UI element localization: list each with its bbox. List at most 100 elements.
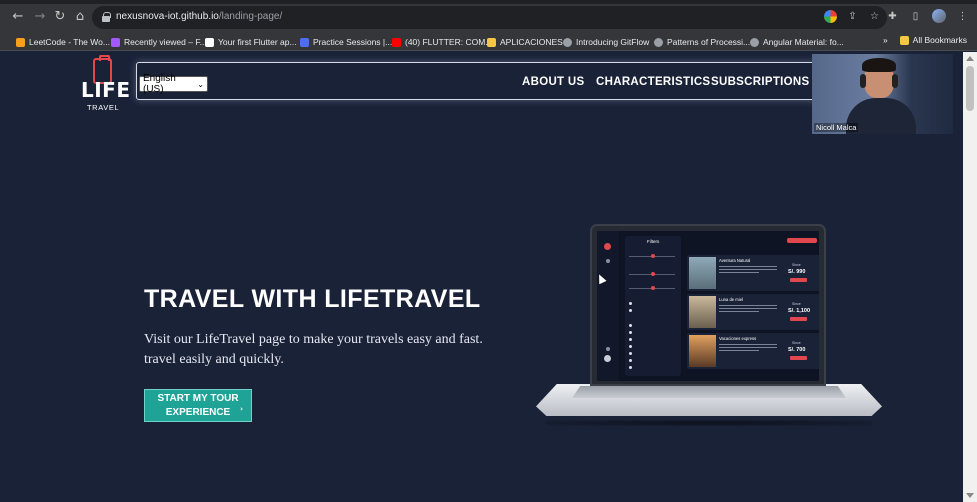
url-text: nexusnova-iot.github.io/landing-page/ [116, 11, 283, 22]
bookmark-item[interactable]: Recently viewed – F... [111, 35, 207, 49]
mock-sidebar [597, 231, 619, 381]
mock-card-text [719, 266, 777, 267]
side-panel-icon[interactable]: ▯ [909, 10, 922, 23]
all-bookmarks-button[interactable]: All Bookmarks [899, 35, 967, 45]
mock-tour-card: Aventura Natural Since S/. 990 [687, 255, 819, 291]
mock-slider [629, 272, 675, 276]
mock-card-title: Aventura Natural [719, 258, 751, 263]
mock-card-text [719, 347, 777, 348]
address-bar[interactable]: nexusnova-iot.github.io/landing-page/ ⇪ … [92, 6, 887, 29]
mock-slider [629, 286, 675, 290]
bookmark-item[interactable]: LeetCode - The Wo... [16, 35, 110, 49]
mock-filters-title: Filters [647, 239, 660, 244]
landing-page: LIFE TRAVEL English (US) ⌄ ABOUT US CHAR… [0, 52, 963, 502]
mock-user-icon [604, 355, 611, 362]
language-value: English (US) [143, 73, 176, 95]
mock-nav-icon [606, 347, 610, 351]
mock-radio [629, 302, 632, 305]
more-bookmarks-button[interactable]: » [883, 35, 888, 45]
mock-card-price: S/. 700 [788, 347, 806, 353]
bookmark-item[interactable]: APLICACIONES [487, 35, 563, 49]
language-select[interactable]: English (US) ⌄ [139, 73, 208, 95]
headset-icon [860, 74, 866, 88]
mock-card-button [790, 278, 807, 282]
mock-nav-icon [606, 259, 610, 263]
mock-tour-card: Vacaciones express Since S/. 700 [687, 333, 819, 369]
mock-card-since: Since [792, 302, 801, 306]
back-arrow-icon[interactable]: ← [10, 9, 26, 25]
home-icon[interactable]: ⌂ [72, 9, 88, 25]
nav-characteristics[interactable]: CHARACTERISTICS [596, 76, 710, 88]
laptop-mockup: Filters Aventura Natural Since S/. 990 L… [536, 224, 882, 428]
mock-radio [629, 345, 632, 348]
extensions-icon[interactable]: ✚ [886, 10, 899, 23]
bookmark-item[interactable]: Patterns of Processi... [654, 35, 750, 49]
scroll-thumb[interactable] [966, 66, 974, 111]
codelab-icon [205, 37, 214, 47]
mock-card-price: S/. 1,100 [788, 308, 811, 314]
mock-radio [629, 324, 632, 327]
nav-subscriptions[interactable]: SUBSCRIPTIONS [711, 76, 809, 88]
globe-icon [750, 37, 759, 47]
mock-card-button [790, 356, 807, 360]
google-lens-icon[interactable] [824, 10, 837, 23]
mock-tour-card: Luna de miel Since S/. 1,100 [687, 294, 819, 330]
bookmark-item[interactable]: Practice Sessions |... [300, 35, 392, 49]
top-navbar: English (US) ⌄ ABOUT US CHARACTERISTICS … [136, 62, 821, 100]
mock-slider [629, 254, 675, 258]
all-bookmarks-label: All Bookmarks [912, 35, 967, 45]
scroll-up-icon[interactable] [966, 56, 974, 61]
hero-title: TRAVEL WITH LIFETRAVEL [144, 285, 481, 313]
share-icon[interactable]: ⇪ [846, 10, 859, 23]
mock-card-image [689, 335, 716, 367]
youtube-icon [392, 37, 401, 47]
lock-icon [102, 12, 111, 22]
folder-icon [899, 35, 909, 45]
mock-card-button [790, 317, 807, 321]
mock-card-text [719, 308, 777, 309]
mock-card-title: Vacaciones express [719, 336, 757, 341]
mock-card-text [719, 344, 777, 345]
lifetravel-logo[interactable]: LIFE TRAVEL [80, 55, 130, 112]
mock-card-price: S/. 990 [788, 269, 806, 275]
mock-radio [629, 338, 632, 341]
folder-icon [487, 37, 496, 47]
bookmark-item[interactable]: Angular Material: fo... [750, 35, 844, 49]
forward-arrow-icon[interactable]: → [32, 9, 48, 25]
participant-name: Nicoll Malca [814, 123, 859, 132]
mock-card-text [719, 311, 759, 312]
mock-top-button [787, 238, 817, 243]
profile-avatar[interactable] [932, 9, 946, 23]
laptop-screen: Filters Aventura Natural Since S/. 990 L… [597, 231, 819, 381]
mock-card-text [719, 305, 777, 306]
hero-description: Visit our LifeTravel page to make your t… [144, 332, 483, 367]
browser-toolbar: ← → ↻ ⌂ nexusnova-iot.github.io/landing-… [0, 0, 977, 33]
menu-dots-icon[interactable]: ⋮ [956, 10, 969, 23]
mock-filters-panel: Filters [625, 236, 681, 376]
bookmark-item[interactable]: Your first Flutter ap... [205, 35, 297, 49]
participant-hair [862, 58, 896, 72]
mock-card-text [719, 272, 759, 273]
page-scrollbar[interactable] [963, 52, 977, 502]
mock-radio [629, 309, 632, 312]
mock-card-text [719, 269, 777, 270]
star-icon[interactable]: ☆ [868, 10, 881, 23]
bookmark-item[interactable]: (40) FLUTTER: COM... [392, 35, 492, 49]
bookmark-item[interactable]: Introducing GitFlow [563, 35, 649, 49]
video-call-overlay[interactable]: Nicoll Malca [812, 54, 953, 134]
bookmarks-bar: LeetCode - The Wo... Recently viewed – F… [0, 33, 977, 51]
leetcode-icon [16, 37, 25, 47]
mock-radio [629, 331, 632, 334]
laptop-keyboard [572, 386, 846, 398]
mock-card-image [689, 257, 716, 289]
chevron-right-icon: › [240, 405, 243, 413]
start-tour-label: START MY TOUR EXPERIENCE [157, 393, 239, 418]
nav-about-us[interactable]: ABOUT US [522, 76, 584, 88]
scroll-down-icon[interactable] [966, 493, 974, 498]
reload-icon[interactable]: ↻ [52, 9, 68, 25]
globe-icon [654, 37, 663, 47]
mock-card-since: Since [792, 341, 801, 345]
start-tour-button[interactable]: START MY TOUR EXPERIENCE › [144, 389, 252, 422]
practice-icon [300, 37, 309, 47]
mock-card-text [719, 350, 759, 351]
